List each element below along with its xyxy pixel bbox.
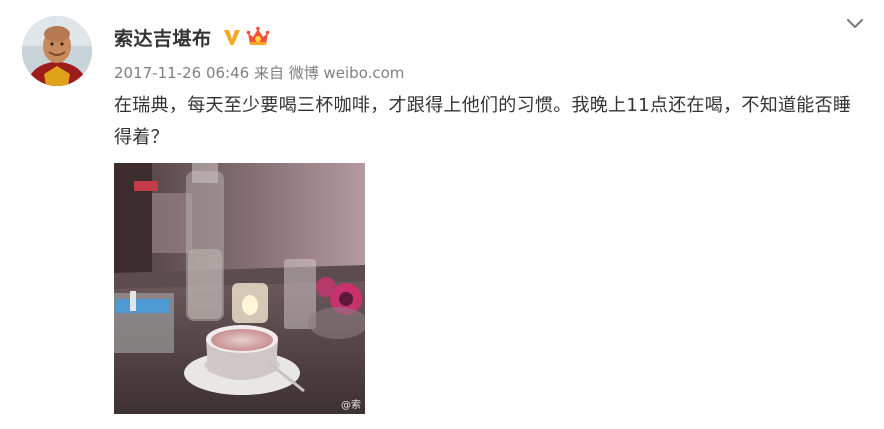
chevron-down-icon[interactable] [846,16,864,30]
source-link[interactable]: 微博 weibo.com [289,64,405,82]
source-prefix: 来自 [253,64,284,82]
post-image[interactable]: @索 [114,163,365,414]
author-name[interactable]: 索达吉堪布 [114,24,212,51]
post-timestamp[interactable]: 2017-11-26 06:46 [114,64,249,82]
post-meta: 2017-11-26 06:46 来自 微博 weibo.com [114,62,404,83]
image-watermark: @索 [341,400,361,411]
avatar[interactable] [22,16,92,86]
verified-v-icon[interactable] [222,27,242,47]
post-text: 在瑞典，每天至少要喝三杯咖啡，才跟得上他们的习惯。我晚上11点还在喝，不知道能否… [114,95,852,148]
author-row: 索达吉堪布 [114,24,270,50]
crown-icon[interactable] [246,26,270,48]
